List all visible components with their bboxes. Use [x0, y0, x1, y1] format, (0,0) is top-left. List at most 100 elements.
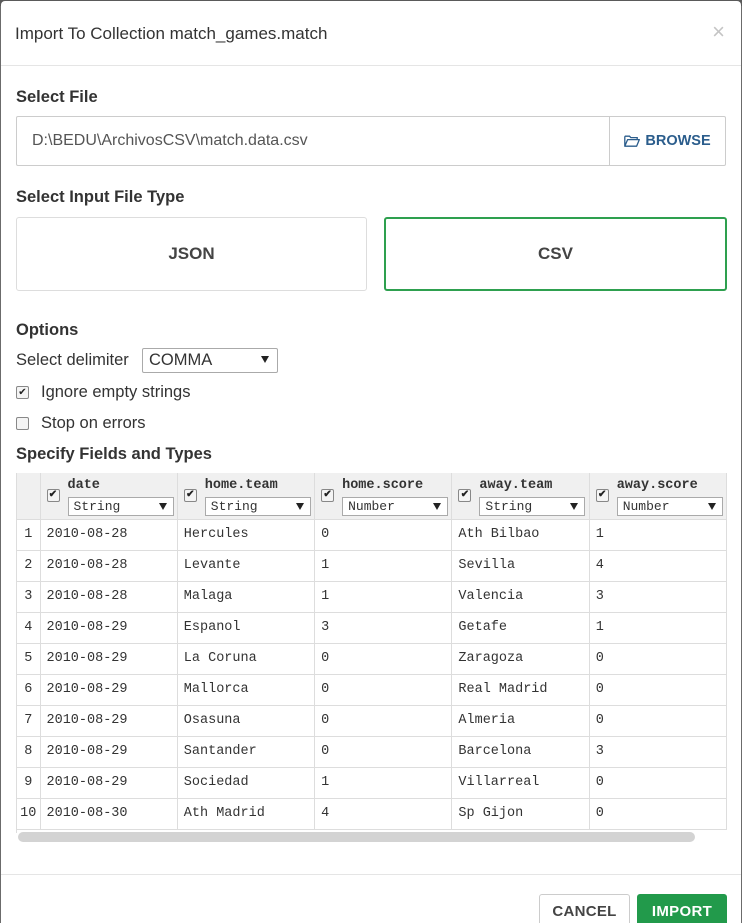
row-index: 10: [17, 798, 41, 830]
table-cell: Villarreal: [451, 767, 590, 799]
column-type-select[interactable]: String: [67, 497, 174, 516]
table-cell: Espanol: [177, 612, 316, 644]
table-cell: 2010-08-28: [40, 550, 178, 582]
column-type-select[interactable]: String: [479, 497, 586, 516]
table-cell: La Coruna: [177, 643, 316, 675]
caret-down-icon: [158, 503, 167, 510]
column-header-away-score: away.score Number: [589, 473, 727, 520]
delimiter-label: Select delimiter: [16, 351, 129, 369]
table-row: 1 2010-08-28 Hercules 0 Ath Bilbao 1: [17, 519, 727, 551]
table-row: 7 2010-08-29 Osasuna 0 Almeria 0: [17, 705, 727, 737]
table-cell: 4: [314, 798, 453, 830]
table-cell: 1: [314, 550, 453, 582]
column-type-value: String: [73, 499, 121, 514]
import-button[interactable]: IMPORT: [637, 894, 727, 923]
row-index: 4: [17, 612, 41, 644]
column-home-team-checkbox[interactable]: [183, 489, 197, 502]
stop-on-errors-label: Stop on errors: [41, 414, 146, 432]
row-index: 3: [17, 581, 41, 613]
folder-open-icon: [624, 135, 641, 147]
row-index: 2: [17, 550, 41, 582]
column-name: home.score: [342, 478, 424, 493]
table-cell: 2010-08-28: [40, 519, 178, 551]
column-date-checkbox[interactable]: [46, 489, 60, 502]
table-cell: 0: [314, 705, 453, 737]
row-index: 8: [17, 736, 41, 768]
stop-on-errors-checkbox[interactable]: [16, 417, 29, 430]
column-name: away.team: [479, 478, 553, 493]
dialog-header: Import To Collection match_games.match ×: [1, 1, 741, 66]
csv-type-button[interactable]: CSV: [384, 217, 727, 291]
fields-types-label: Specify Fields and Types: [16, 445, 212, 463]
table-cell: 1: [589, 612, 727, 644]
json-type-button[interactable]: JSON: [16, 217, 367, 291]
delimiter-value: COMMA: [149, 351, 213, 369]
table-row: 2 2010-08-28 Levante 1 Sevilla 4: [17, 550, 727, 582]
table-cell: Osasuna: [177, 705, 316, 737]
table-cell: 2010-08-28: [40, 581, 178, 613]
horizontal-scrollbar[interactable]: [18, 832, 695, 842]
table-cell: 2010-08-29: [40, 612, 178, 644]
row-index: 7: [17, 705, 41, 737]
table-cell: 0: [589, 643, 727, 675]
column-name: away.score: [616, 478, 698, 493]
column-type-select[interactable]: Number: [616, 497, 723, 516]
table-cell: Real Madrid: [451, 674, 590, 706]
ignore-empty-checkbox[interactable]: [16, 386, 29, 399]
table-cell: 0: [589, 767, 727, 799]
table-row: 6 2010-08-29 Mallorca 0 Real Madrid 0: [17, 674, 727, 706]
table-cell: Ath Bilbao: [451, 519, 590, 551]
cancel-button[interactable]: CANCEL: [539, 894, 630, 923]
column-type-value: Number: [622, 499, 670, 514]
options-label: Options: [16, 321, 79, 339]
column-home-score-checkbox[interactable]: [321, 489, 335, 502]
column-header-away-team: away.team String: [451, 473, 590, 520]
import-dialog: Import To Collection match_games.match ×…: [1, 1, 741, 923]
row-index: 9: [17, 767, 41, 799]
table-cell: Mallorca: [177, 674, 316, 706]
column-away-team-checkbox[interactable]: [458, 489, 472, 502]
table-cell: 0: [589, 798, 727, 830]
delimiter-select[interactable]: COMMA: [142, 348, 278, 373]
column-header-home-score: home.score Number: [314, 473, 453, 520]
table-cell: Malaga: [177, 581, 316, 613]
table-cell: 0: [314, 674, 453, 706]
table-cell: Zaragoza: [451, 643, 590, 675]
browse-label: BROWSE: [645, 133, 711, 149]
column-name: home.team: [204, 478, 278, 493]
select-input-type-label: Select Input File Type: [16, 188, 185, 206]
column-type-select[interactable]: Number: [342, 497, 449, 516]
caret-down-icon: [433, 503, 442, 510]
table-cell: 2010-08-30: [40, 798, 178, 830]
table-row: 8 2010-08-29 Santander 0 Barcelona 3: [17, 736, 727, 768]
close-icon[interactable]: ×: [712, 19, 725, 45]
file-path-input[interactable]: D:\BEDU\ArchivosCSV\match.data.csv: [16, 116, 610, 166]
table-cell: 0: [589, 674, 727, 706]
header-row: date String home.team String: [17, 473, 727, 520]
table-cell: 0: [314, 519, 453, 551]
table-cell: 1: [314, 581, 453, 613]
table-cell: Sevilla: [451, 550, 590, 582]
table-cell: Valencia: [451, 581, 590, 613]
row-index: 1: [17, 519, 41, 551]
table-cell: 2010-08-29: [40, 736, 178, 768]
table-row: 3 2010-08-28 Malaga 1 Valencia 3: [17, 581, 727, 613]
row-index: 6: [17, 674, 41, 706]
table-cell: 2010-08-29: [40, 767, 178, 799]
table-cell: Almeria: [451, 705, 590, 737]
column-type-select[interactable]: String: [204, 497, 311, 516]
index-header: [17, 473, 41, 520]
column-type-value: String: [210, 499, 258, 514]
stop-on-errors-row: Stop on errors: [16, 414, 146, 433]
select-file-label: Select File: [16, 88, 98, 106]
fields-table-container[interactable]: date String home.team String: [16, 473, 727, 833]
column-away-score-checkbox[interactable]: [595, 489, 609, 502]
caret-down-icon: [570, 503, 579, 510]
browse-button[interactable]: BROWSE: [609, 116, 726, 166]
column-name: date: [67, 478, 100, 493]
column-header-date: date String: [40, 473, 178, 520]
table-cell: Hercules: [177, 519, 316, 551]
table-cell: 2010-08-29: [40, 674, 178, 706]
table-cell: Santander: [177, 736, 316, 768]
caret-down-icon: [295, 503, 304, 510]
